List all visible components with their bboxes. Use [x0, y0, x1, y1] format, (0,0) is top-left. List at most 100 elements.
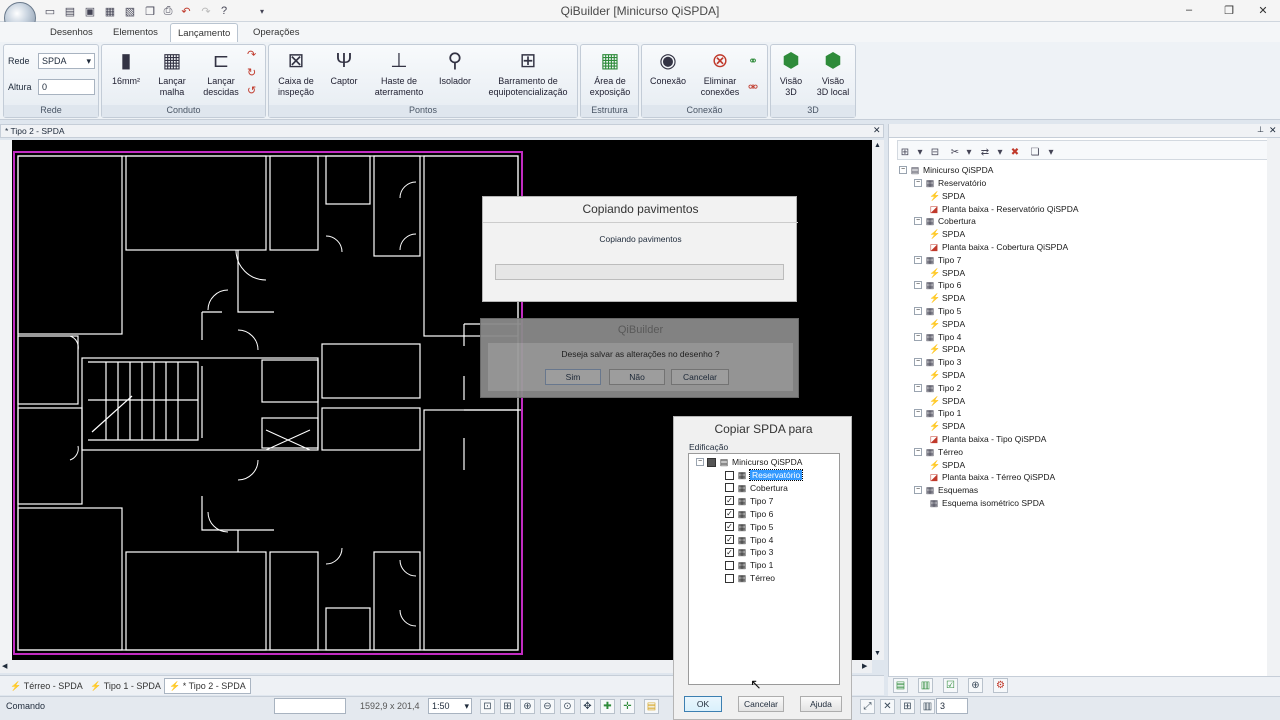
collapse-icon[interactable]: −: [914, 447, 922, 456]
tab-elementos[interactable]: Elementos: [106, 23, 165, 42]
help-button[interactable]: Ajuda: [800, 696, 842, 712]
grid-icon[interactable]: ⊞: [900, 699, 915, 714]
floor-option[interactable]: ✓ ▦ Tipo 6: [725, 509, 773, 519]
close-button[interactable]: ✕: [1246, 0, 1280, 20]
plot-icon[interactable]: ▧: [122, 3, 138, 19]
maximize-button[interactable]: ❐: [1212, 0, 1246, 20]
floor-option[interactable]: ✓ ▦ Tipo 5: [725, 522, 773, 532]
collapse-icon[interactable]: −: [914, 486, 922, 495]
scroll-up-icon[interactable]: ▲: [874, 142, 881, 149]
floor-checkbox[interactable]: ✓: [725, 522, 734, 532]
pan-icon[interactable]: ✥: [580, 699, 595, 714]
tree-leaf[interactable]: ◪ Planta baixa - Cobertura QiSPDA: [929, 242, 1068, 252]
crossing-icon[interactable]: ✕: [880, 699, 895, 714]
no-button[interactable]: Não: [609, 369, 665, 385]
curve-icon[interactable]: ↷: [247, 48, 256, 61]
open-icon[interactable]: ▤: [62, 3, 78, 19]
close-panel-icon[interactable]: ✕: [1269, 125, 1277, 136]
tree-node[interactable]: − ▦ Tipo 1: [914, 408, 961, 418]
captor-button[interactable]: Ψ Captor: [325, 48, 363, 87]
isolador-button[interactable]: ⚲ Isolador: [433, 48, 477, 87]
document-tab[interactable]: * Tipo 2 - SPDA: [5, 126, 65, 136]
cancel-button[interactable]: Cancelar: [738, 696, 784, 712]
rede-select[interactable]: SPDA ▾: [38, 53, 95, 69]
tree-leaf[interactable]: ⚡ SPDA: [929, 344, 965, 354]
collapse-icon[interactable]: −: [696, 458, 704, 466]
tree-view-icon[interactable]: ▤: [893, 678, 908, 693]
tree-leaf[interactable]: ⚡ SPDA: [929, 396, 965, 406]
collapse-icon[interactable]: −: [914, 179, 922, 187]
levels-icon[interactable]: ▥: [920, 699, 935, 714]
tree-root[interactable]: − ▤ Minicurso QiSPDA: [696, 457, 802, 467]
tree-node[interactable]: − ▦ Tipo 5: [914, 306, 961, 316]
tree-leaf[interactable]: ⚡ SPDA: [929, 421, 965, 431]
tab-operacoes[interactable]: Operações: [246, 23, 306, 42]
layer-stepper[interactable]: 3: [936, 698, 968, 714]
tree-node[interactable]: − ▦ Reservatório: [914, 178, 986, 188]
collapse-icon[interactable]: −: [914, 255, 922, 264]
help-icon[interactable]: ?: [216, 3, 232, 19]
floor-checkbox[interactable]: ✓: [725, 547, 734, 557]
undo-icon[interactable]: ↶: [178, 3, 194, 19]
gauge-button[interactable]: ▮ 16mm²: [108, 48, 144, 87]
floor-option[interactable]: ▦ Reservatório: [725, 469, 804, 481]
yes-button[interactable]: Sim: [545, 369, 601, 385]
vertical-scrollbar[interactable]: ▲ ▼: [872, 140, 884, 660]
haste-aterramento-button[interactable]: ⊥ Haste de aterramento: [370, 48, 428, 98]
layout-tab-tipo1[interactable]: ⚡ Tipo 1 - SPDA: [86, 678, 165, 694]
zoom-previous-icon[interactable]: ⊙: [560, 699, 575, 714]
collapse-icon[interactable]: −: [899, 166, 907, 174]
collapse-icon[interactable]: −: [914, 358, 922, 367]
layout-tab-tipo2[interactable]: ⚡ * Tipo 2 - SPDA: [164, 678, 251, 694]
panel-scrollbar[interactable]: [1267, 138, 1280, 676]
collapse-icon[interactable]: −: [914, 307, 922, 315]
close-document-icon[interactable]: ✕: [873, 125, 881, 136]
caixa-inspecao-button[interactable]: ⊠ Caixa de inspeção: [274, 48, 318, 98]
collapse-icon[interactable]: −: [914, 383, 922, 392]
tree-leaf[interactable]: ⚡ SPDA: [929, 460, 965, 470]
collapse-icon[interactable]: −: [914, 281, 922, 290]
tree-leaf[interactable]: ⚡ SPDA: [929, 229, 965, 239]
floor-option[interactable]: ✓ ▦ Tipo 4: [725, 535, 773, 545]
properties-icon[interactable]: ❏: [1028, 146, 1042, 158]
copy-icon[interactable]: ❐: [142, 3, 158, 19]
redo-icon[interactable]: ↷: [198, 3, 214, 19]
floor-option[interactable]: ▦ Térreo: [725, 573, 775, 583]
list-view-icon[interactable]: ▥: [918, 678, 933, 693]
tree-leaf[interactable]: ▦ Esquema isométrico SPDA: [929, 498, 1045, 508]
collapse-icon[interactable]: −: [914, 217, 922, 226]
scroll-right-icon[interactable]: ▶: [862, 662, 867, 670]
settings-icon[interactable]: ⚙: [993, 678, 1008, 693]
cancel-button[interactable]: Cancelar: [671, 369, 729, 385]
floor-checkbox[interactable]: ✓: [725, 509, 734, 519]
save-icon[interactable]: ▣: [82, 3, 98, 19]
ok-button[interactable]: OK: [684, 696, 722, 712]
tree-leaf[interactable]: ⚡ SPDA: [929, 293, 965, 303]
floor-checkbox[interactable]: [725, 483, 734, 493]
area-exposicao-button[interactable]: ▦ Área de exposição: [585, 48, 635, 98]
conexao-button[interactable]: ◉ Conexão: [646, 48, 690, 87]
eliminar-conexoes-button[interactable]: ⊗ Eliminar conexões: [696, 48, 744, 98]
layer-icon[interactable]: ▤: [644, 699, 659, 714]
tree-node[interactable]: − ▦ Tipo 3: [914, 357, 961, 367]
tree-structure-icon[interactable]: ⊟: [928, 146, 942, 158]
scale-select[interactable]: 1:50 ▾: [428, 698, 472, 714]
zoom-window-icon[interactable]: ⊞: [500, 699, 515, 714]
chevron-down-icon[interactable]: ▾: [993, 146, 1007, 158]
altura-input[interactable]: 0: [38, 79, 95, 95]
minimize-button[interactable]: –: [1172, 0, 1206, 20]
tree-leaf[interactable]: ◪ Planta baixa - Tipo QiSPDA: [929, 434, 1047, 444]
tree-node[interactable]: − ▦ Tipo 2: [914, 383, 961, 393]
collapse-icon[interactable]: −: [914, 332, 922, 341]
print-icon[interactable]: ⎙: [160, 3, 176, 19]
connect-small-icon[interactable]: ⚭: [748, 54, 758, 68]
curve-alt-icon[interactable]: ↻: [247, 66, 256, 79]
tree-node[interactable]: − ▦ Cobertura: [914, 216, 976, 226]
tree-leaf[interactable]: ⚡ SPDA: [929, 191, 965, 201]
floor-checkbox[interactable]: [725, 573, 734, 583]
visao-3d-local-button[interactable]: ⬢ Visão 3D local: [812, 48, 854, 98]
zoom-out-icon[interactable]: ⊖: [540, 699, 555, 714]
customize-quick-access-icon[interactable]: ▾: [254, 3, 270, 19]
tree-leaf[interactable]: ◪ Planta baixa - Térreo QiSPDA: [929, 472, 1056, 482]
tree-add-icon[interactable]: ⊞: [898, 146, 912, 158]
